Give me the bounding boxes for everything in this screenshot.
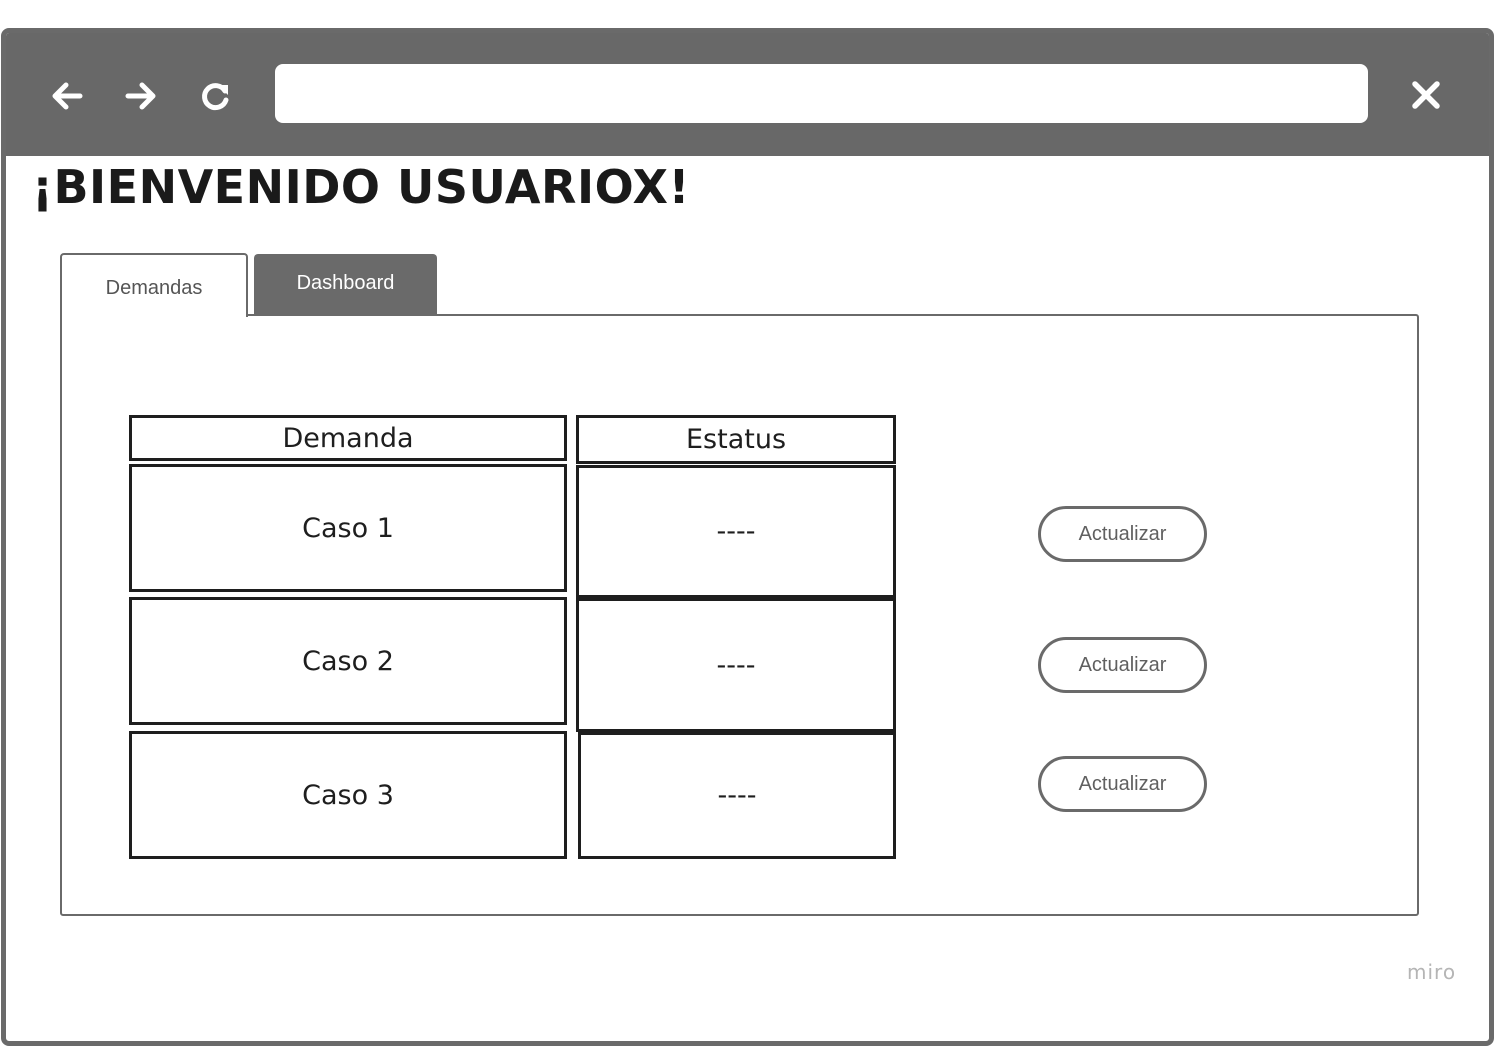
close-icon[interactable] xyxy=(1407,76,1445,114)
update-button[interactable]: Actualizar xyxy=(1038,506,1207,562)
page-title: ¡BIENVENIDO USUARIOX! xyxy=(32,160,690,214)
update-button[interactable]: Actualizar xyxy=(1038,756,1207,812)
table-cell-demanda: Caso 1 xyxy=(129,464,567,592)
update-button[interactable]: Actualizar xyxy=(1038,637,1207,693)
tab-dashboard[interactable]: Dashboard xyxy=(254,254,437,314)
browser-toolbar xyxy=(6,33,1489,156)
url-input[interactable] xyxy=(275,64,1368,123)
miro-watermark: miro xyxy=(1407,960,1457,984)
table-cell-demanda: Caso 3 xyxy=(129,731,567,859)
table-cell-estatus: ---- xyxy=(576,598,896,732)
table-cell-estatus: ---- xyxy=(578,732,896,859)
table-cell-estatus: ---- xyxy=(576,465,896,598)
reload-icon[interactable] xyxy=(196,77,234,115)
arrow-right-icon[interactable] xyxy=(122,77,160,115)
column-header-estatus: Estatus xyxy=(576,415,896,464)
column-header-demanda: Demanda xyxy=(129,415,567,461)
table-cell-demanda: Caso 2 xyxy=(129,597,567,725)
tab-demandas[interactable]: Demandas xyxy=(60,253,248,317)
arrow-left-icon[interactable] xyxy=(48,77,86,115)
